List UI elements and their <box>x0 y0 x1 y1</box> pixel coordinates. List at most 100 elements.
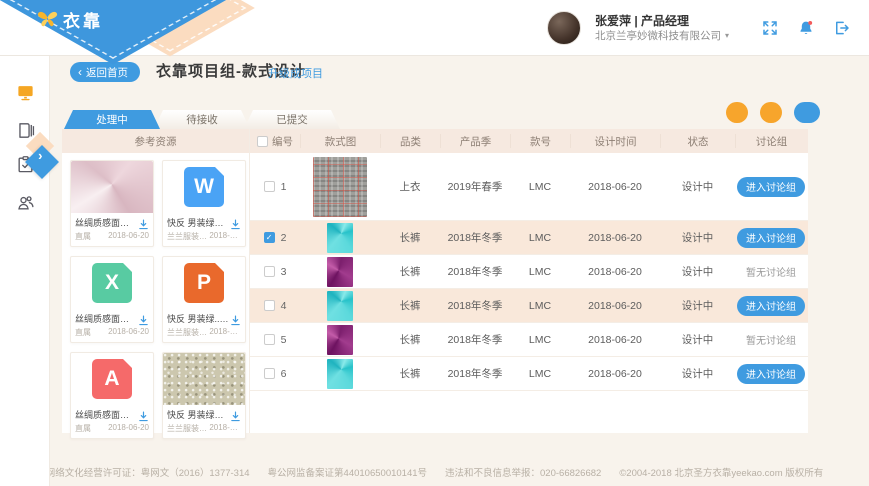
row-checkbox[interactable] <box>264 181 275 192</box>
footer-segment: 网络文化经营许可证：粤网文（2016）1377-314 <box>46 468 250 479</box>
logo-text: 衣靠 <box>63 7 103 32</box>
row-checkbox[interactable] <box>264 300 275 311</box>
cell-category: 上衣 <box>380 153 440 220</box>
row-number: 1 <box>281 181 287 193</box>
action-button[interactable] <box>726 102 748 123</box>
cell-category: 长裤 <box>380 357 440 390</box>
resource-thumbnail <box>71 161 153 213</box>
enter-discussion-button[interactable]: 进入讨论组 <box>737 296 805 316</box>
file-name: 丝绸质感面料.JPG <box>75 216 138 229</box>
file-owner: 兰兰服装设计... <box>167 327 209 338</box>
cell-season: 2018年冬季 <box>440 221 510 254</box>
file-name: 快反 男装绿毛...doc <box>167 216 230 229</box>
table-row: 4 长裤 2018年冬季 LMC 2018-06-20 设计中 进入讨论组 <box>250 289 808 323</box>
column-header: 品类 <box>380 134 440 148</box>
brand-logo: 衣靠 <box>36 7 103 32</box>
download-icon[interactable] <box>138 409 149 420</box>
style-swatch-image[interactable] <box>327 291 353 321</box>
table-row: 1 上衣 2019年春季 LMC 2018-06-20 设计中 进入讨论组 <box>250 153 808 221</box>
download-icon[interactable] <box>230 217 241 228</box>
row-checkbox[interactable] <box>264 368 275 379</box>
column-header-label: 品类 <box>400 134 421 149</box>
footer-segment: ©2004-2018 北京圣方衣靠yeekao.com 版权所有 <box>619 468 823 479</box>
download-icon[interactable] <box>138 217 149 228</box>
tab-已提交[interactable]: 已提交 <box>244 110 340 129</box>
file-name: 丝绸质感面料.xsl <box>75 312 138 325</box>
nav-team-users-icon[interactable] <box>9 188 41 216</box>
company-dropdown[interactable]: 北京兰亭妙微科技有限公司 ▾ <box>595 29 745 43</box>
style-swatch-image[interactable] <box>327 223 353 253</box>
cell-style-no: LMC <box>510 289 570 322</box>
nav-workspace-monitor-icon[interactable] <box>9 78 41 106</box>
cell-season: 2018年冬季 <box>440 323 510 356</box>
file-date: 2018-06-20 <box>209 327 241 338</box>
chevron-right-icon: › <box>38 148 42 163</box>
resource-card[interactable]: X 丝绸质感面料.xsl 直属 2018-06-20 <box>70 256 154 343</box>
enter-discussion-button[interactable]: 进入讨论组 <box>737 364 805 384</box>
column-header-label: 设计时间 <box>595 134 637 149</box>
resource-cards: 丝绸质感面料.JPG 直属 2018-06-20 W 快反 男装绿毛...doc… <box>62 153 249 439</box>
file-date: 2018-06-20 <box>209 423 241 434</box>
cell-status: 设计中 <box>660 357 735 390</box>
cell-design-date: 2018-06-20 <box>570 357 660 390</box>
cell-category: 长裤 <box>380 323 440 356</box>
cell-status: 设计中 <box>660 221 735 254</box>
user-info: 张爱萍 | 产品经理 北京兰亭妙微科技有限公司 ▾ <box>595 13 745 43</box>
download-icon[interactable] <box>230 313 241 324</box>
butterfly-icon <box>36 10 59 29</box>
select-all-checkbox[interactable] <box>257 136 268 147</box>
column-header: 产品季 <box>440 134 510 148</box>
resource-thumbnail: P <box>163 257 245 309</box>
resources-column: 参考资源 丝绸质感面料.JPG 直属 2018-06-20 W 快反 男装绿毛.… <box>62 129 250 433</box>
resource-card[interactable]: A 丝绸质感面料.PDF 直属 2018-06-20 <box>70 352 154 439</box>
tab-待接收[interactable]: 待接收 <box>154 110 250 129</box>
style-swatch-image[interactable] <box>327 325 353 355</box>
resource-card[interactable]: W 快反 男装绿毛...doc 兰兰服装设计... 2018-06-20 <box>162 160 246 247</box>
tab-bar: 处理中待接收已提交 <box>64 110 334 129</box>
enter-discussion-button[interactable]: 进入讨论组 <box>737 228 805 248</box>
resource-card[interactable]: 丝绸质感面料.JPG 直属 2018-06-20 <box>70 160 154 247</box>
style-swatch-image[interactable] <box>313 157 367 217</box>
back-home-button[interactable]: 返回首页 <box>70 62 140 82</box>
enter-discussion-button[interactable]: 进入讨论组 <box>737 177 805 197</box>
file-owner: 直属 <box>75 231 91 242</box>
user-name: 张爱萍 | 产品经理 <box>595 13 745 29</box>
cell-style-no: LMC <box>510 323 570 356</box>
avatar[interactable] <box>547 11 581 45</box>
fullscreen-icon[interactable] <box>759 17 781 39</box>
footer-segment: 违法和不良信息举报：020-66826682 <box>445 468 601 479</box>
file-date: 2018-06-20 <box>108 231 149 242</box>
resource-thumbnail: W <box>163 161 245 213</box>
row-checkbox[interactable] <box>264 334 275 345</box>
file-name: 丝绸质感面料.PDF <box>75 408 138 421</box>
bell-icon[interactable] <box>795 17 817 39</box>
upgrade-project-link[interactable]: 升级成项目 <box>268 65 323 81</box>
column-header-label: 款号 <box>530 134 551 149</box>
cell-design-date: 2018-06-20 <box>570 323 660 356</box>
cell-status: 设计中 <box>660 289 735 322</box>
table-row: 5 长裤 2018年冬季 LMC 2018-06-20 设计中 暂无讨论组 <box>250 323 808 357</box>
cell-category: 长裤 <box>380 255 440 288</box>
style-swatch-image[interactable] <box>327 359 353 389</box>
logout-icon[interactable] <box>831 17 853 39</box>
row-number: 4 <box>281 300 287 312</box>
table-body: 1 上衣 2019年春季 LMC 2018-06-20 设计中 进入讨论组 2 … <box>250 153 808 391</box>
column-header: 款号 <box>510 134 570 148</box>
column-header-label: 编号 <box>272 134 293 149</box>
row-checkbox[interactable] <box>264 232 275 243</box>
download-icon[interactable] <box>230 409 241 420</box>
row-checkbox[interactable] <box>264 266 275 277</box>
word-file-icon: W <box>184 167 224 207</box>
file-date: 2018-06-20 <box>209 231 241 242</box>
resource-card[interactable]: 快反 男装绿毛...JPG 兰兰服装设计... 2018-06-20 <box>162 352 246 439</box>
tab-处理中[interactable]: 处理中 <box>64 110 160 129</box>
cell-style-no: LMC <box>510 221 570 254</box>
action-button[interactable] <box>794 102 820 123</box>
action-button[interactable] <box>760 102 782 123</box>
no-discussion-label: 暂无讨论组 <box>746 332 796 347</box>
resource-card[interactable]: P 快反 男装绿...PPTX 兰兰服装设计... 2018-06-20 <box>162 256 246 343</box>
download-icon[interactable] <box>138 313 149 324</box>
cell-design-date: 2018-06-20 <box>570 289 660 322</box>
style-swatch-image[interactable] <box>327 257 353 287</box>
column-header: 款式图 <box>300 134 380 148</box>
